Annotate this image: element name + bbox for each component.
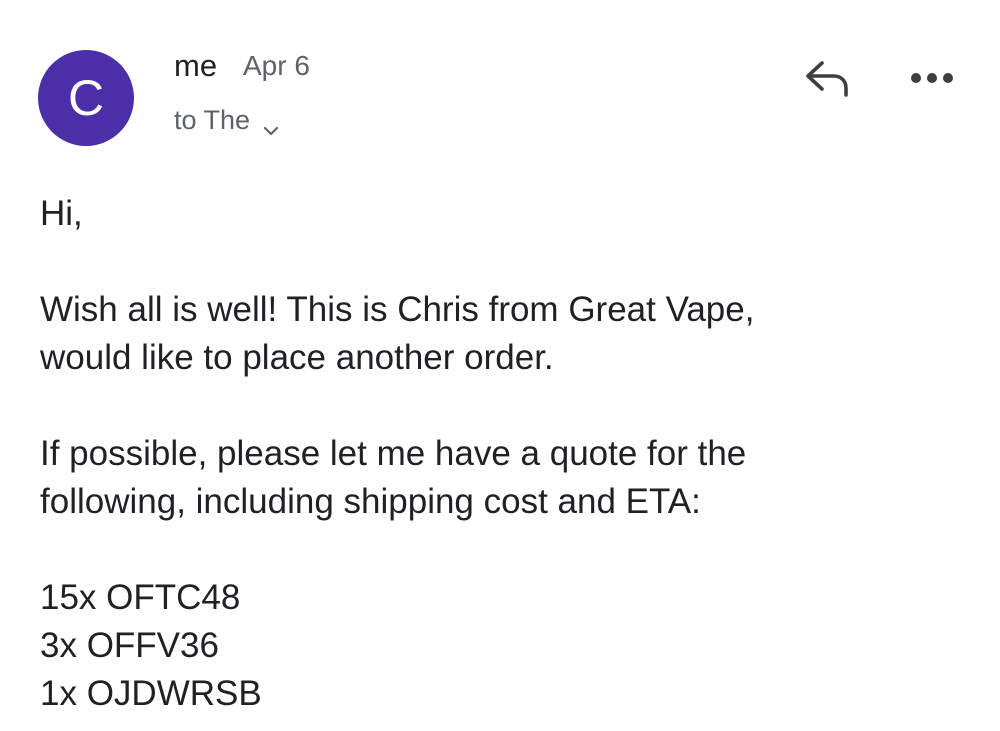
sent-date: Apr 6 [243, 50, 310, 81]
greeting: Hi, [40, 194, 83, 233]
avatar-letter: C [67, 70, 105, 126]
paragraph-intro: Wish all is well! This is Chris from Gre… [40, 290, 755, 377]
more-horizontal-icon [911, 73, 953, 83]
message-header: C me Apr 6 to The [0, 0, 1000, 160]
sender-avatar[interactable]: C [38, 50, 134, 146]
order-item: 1x OJDWRSB [40, 674, 262, 713]
recipients-label: to The [174, 105, 251, 135]
reply-icon [806, 61, 848, 97]
more-options-button[interactable] [906, 60, 958, 96]
order-item: 3x OFFV36 [40, 626, 219, 665]
message-body: Hi, Wish all is well! This is Chris from… [40, 190, 970, 718]
sender-name[interactable]: me [174, 48, 217, 84]
recipients-toggle[interactable]: to The [174, 105, 280, 136]
paragraph-request: If possible, please let me have a quote … [40, 434, 747, 521]
reply-button[interactable] [800, 55, 852, 101]
chevron-down-icon [262, 114, 280, 135]
order-item: 15x OFTC48 [40, 578, 241, 617]
